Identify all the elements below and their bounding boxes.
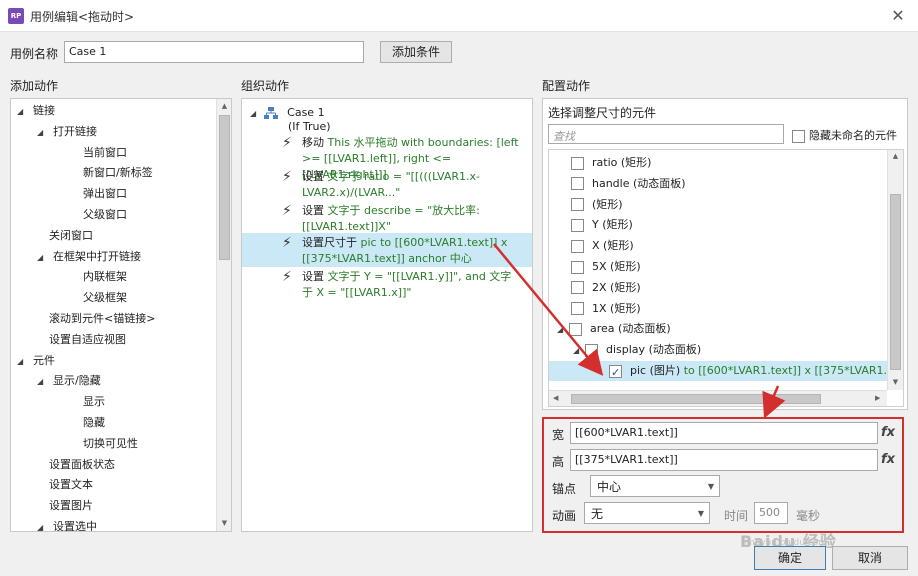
arrow-to-config xyxy=(762,385,786,419)
cancel-button[interactable]: 取消 xyxy=(832,546,908,570)
ok-button[interactable]: 确定 xyxy=(754,546,826,570)
arrow-to-pic xyxy=(493,243,604,376)
annotation-arrows xyxy=(493,243,786,419)
